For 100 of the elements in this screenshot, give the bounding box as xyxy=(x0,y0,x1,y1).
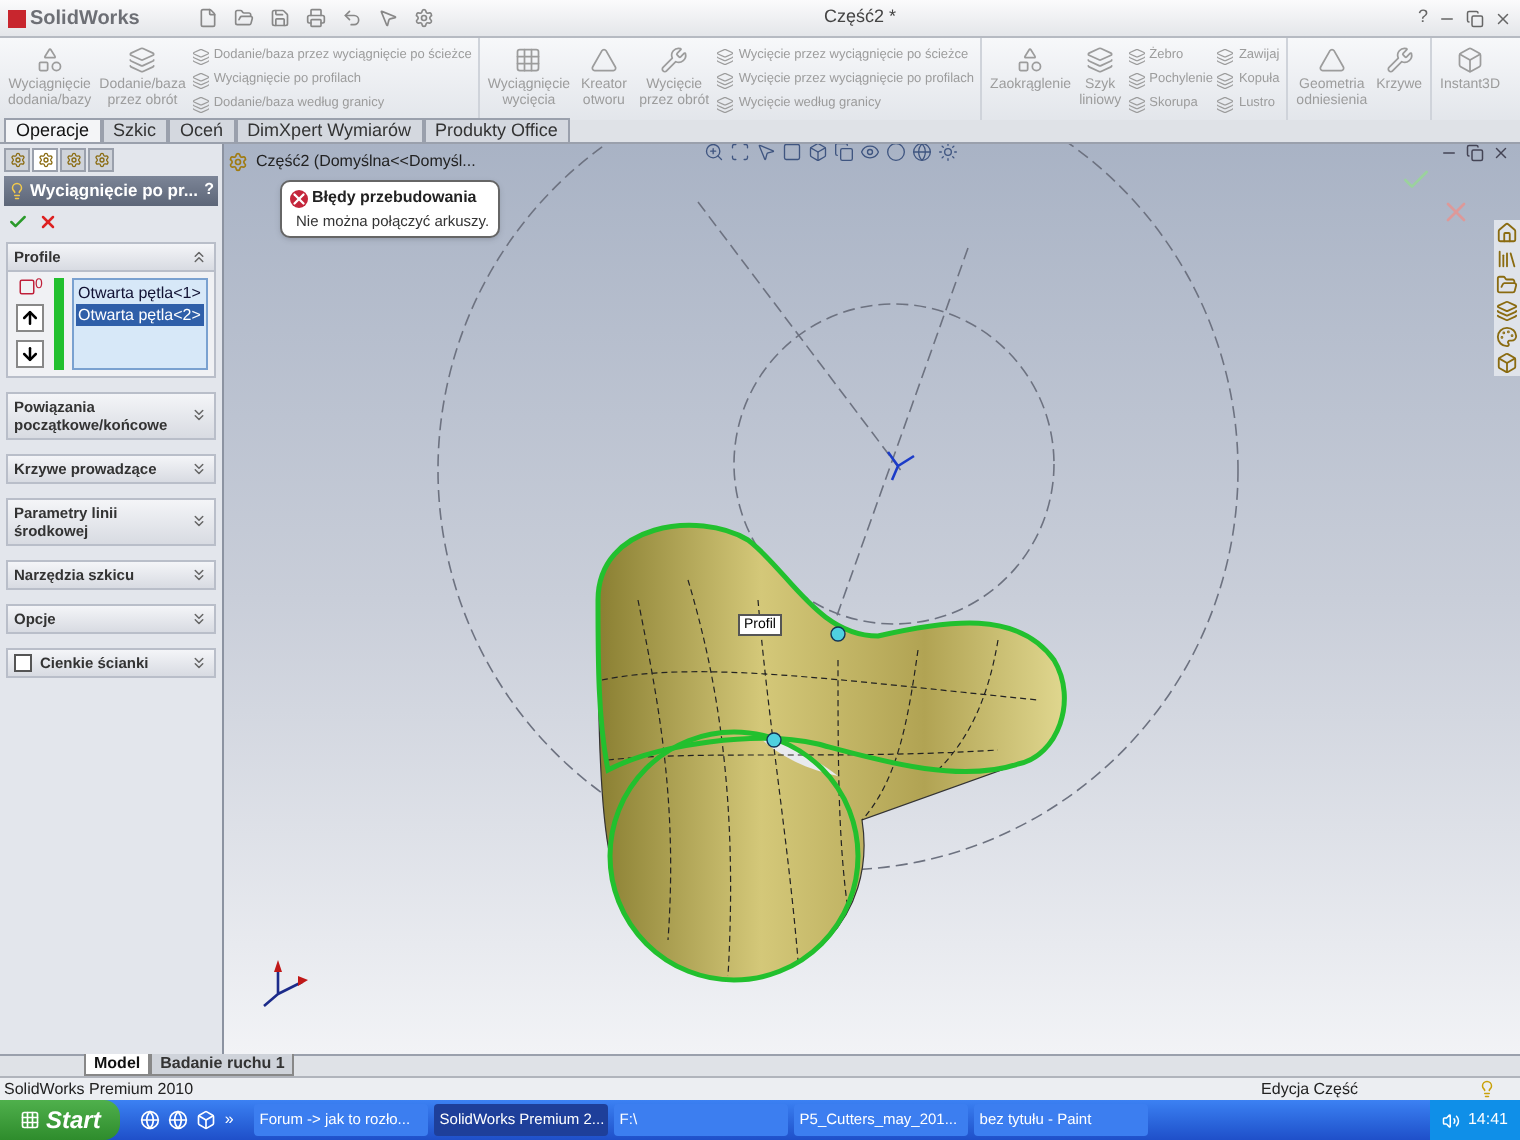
origin-icon xyxy=(886,450,916,482)
part-icon xyxy=(228,152,248,172)
tool-icon xyxy=(191,47,210,65)
status-text: SolidWorks Premium 2010 xyxy=(4,1077,194,1101)
command-tab[interactable]: Operacje xyxy=(4,118,102,142)
tool-icon xyxy=(1385,46,1414,74)
view-tool-icon[interactable] xyxy=(808,144,828,162)
view-tool-icon[interactable] xyxy=(704,144,724,162)
app-icon[interactable] xyxy=(196,1110,217,1130)
expand-icon[interactable] xyxy=(190,512,208,531)
task-pane-icon[interactable] xyxy=(1496,222,1518,244)
view-tool-icon[interactable] xyxy=(834,144,854,162)
command-tab[interactable]: Szkic xyxy=(101,118,169,142)
move-down-button[interactable] xyxy=(16,339,44,368)
tool-icon xyxy=(716,95,735,113)
app-name: SolidWorks xyxy=(30,5,140,33)
clock: 14:41 xyxy=(1467,1108,1508,1132)
quick-access-icon[interactable] xyxy=(342,8,362,28)
tool-icon xyxy=(1127,71,1146,89)
more-button[interactable]: » xyxy=(224,1108,234,1132)
browser-icon[interactable] xyxy=(168,1110,189,1130)
list-item[interactable]: Otwarta pętla<1> xyxy=(76,281,204,304)
quick-access-icon[interactable] xyxy=(198,8,218,28)
expand-icon[interactable] xyxy=(190,653,208,672)
close-icon[interactable] xyxy=(1494,9,1512,27)
tool-icon xyxy=(1216,71,1235,89)
tool-icon xyxy=(589,46,618,74)
tool-icon xyxy=(35,46,64,74)
tool-icon xyxy=(191,95,210,113)
expand-icon[interactable] xyxy=(190,565,208,584)
bottom-tab[interactable]: Badanie ruchu 1 xyxy=(150,1054,295,1076)
selection-color-bar xyxy=(54,277,64,370)
cancel-icon[interactable] xyxy=(38,211,58,232)
tool-icon xyxy=(1317,46,1346,74)
error-icon xyxy=(290,189,308,207)
error-title: Błędy przebudowania xyxy=(312,186,477,210)
task-pane-icon[interactable] xyxy=(1496,274,1518,296)
panel-tab[interactable] xyxy=(4,148,30,172)
command-tab[interactable]: Oceń xyxy=(168,118,236,142)
close-icon[interactable] xyxy=(1492,144,1510,162)
expand-icon[interactable] xyxy=(190,406,208,425)
browser-icon[interactable] xyxy=(140,1110,161,1130)
ok-icon[interactable] xyxy=(8,211,28,232)
tool-icon xyxy=(128,46,157,74)
quick-access-icon[interactable] xyxy=(378,8,398,28)
restore-icon[interactable] xyxy=(1466,9,1484,27)
window-title: Część2 * xyxy=(824,4,897,31)
tool-icon xyxy=(1127,95,1146,113)
task-pane-icon[interactable] xyxy=(1496,300,1518,322)
tool-icon xyxy=(514,46,543,74)
quick-access-icon[interactable] xyxy=(306,8,326,28)
arrow-down-icon xyxy=(20,343,40,364)
task-pane-icon[interactable] xyxy=(1496,326,1518,348)
quick-access-icon[interactable] xyxy=(270,8,290,28)
status-text: Edycja Część xyxy=(1261,1077,1358,1101)
tree-item[interactable]: Część2 (Domyślna<<Domyśl... xyxy=(256,150,476,174)
arrow-up-icon xyxy=(20,307,40,328)
expand-icon[interactable] xyxy=(190,459,208,478)
feature-icon xyxy=(8,181,26,200)
view-tool-icon[interactable] xyxy=(860,144,880,162)
tool-icon xyxy=(191,71,210,89)
panel-tab[interactable] xyxy=(88,148,114,172)
start-button[interactable]: Start xyxy=(0,1100,121,1140)
status-icon xyxy=(1478,1080,1496,1098)
quick-access-icon[interactable] xyxy=(234,8,254,28)
command-tab[interactable]: DimXpert Wymiarów xyxy=(235,118,423,142)
tool-icon xyxy=(1086,46,1115,74)
tool-icon xyxy=(1127,47,1146,65)
quick-access-icon[interactable] xyxy=(414,8,434,28)
tool-icon xyxy=(1216,95,1235,113)
panel-tab[interactable] xyxy=(60,148,86,172)
move-up-button[interactable] xyxy=(16,303,44,332)
expand-icon[interactable] xyxy=(190,609,208,628)
tool-icon xyxy=(1216,47,1235,65)
list-item[interactable]: Otwarta pętla<2> xyxy=(76,303,204,326)
axis-triad-icon xyxy=(262,960,308,1008)
task-pane-icon[interactable] xyxy=(1496,248,1518,270)
help-button[interactable]: ? xyxy=(204,178,214,203)
bottom-tab[interactable]: Model xyxy=(84,1054,151,1076)
checkbox[interactable] xyxy=(14,653,32,672)
panel-tab[interactable] xyxy=(32,148,58,172)
sketch-point[interactable] xyxy=(766,732,782,748)
expand-icon[interactable] xyxy=(190,247,208,266)
profile-icon xyxy=(17,277,36,296)
view-tool-icon[interactable] xyxy=(886,144,906,162)
panel-title: Wyciągnięcie po pr... xyxy=(30,178,198,204)
restore-icon[interactable] xyxy=(1466,144,1484,162)
command-tab[interactable]: Produkty Office xyxy=(423,118,570,142)
view-tool-icon[interactable] xyxy=(938,144,958,162)
help-button[interactable]: ? xyxy=(1417,4,1428,32)
tool-icon xyxy=(716,47,735,65)
view-tool-icon[interactable] xyxy=(730,144,750,162)
tool-icon xyxy=(1016,46,1045,74)
tool-icon xyxy=(716,71,735,89)
view-tool-icon[interactable] xyxy=(912,144,932,162)
tool-icon xyxy=(660,46,689,74)
task-pane-icon[interactable] xyxy=(1496,352,1518,374)
logo-icon xyxy=(8,9,26,27)
sketch-point[interactable] xyxy=(830,626,846,642)
tray-icon[interactable] xyxy=(1441,1111,1460,1129)
